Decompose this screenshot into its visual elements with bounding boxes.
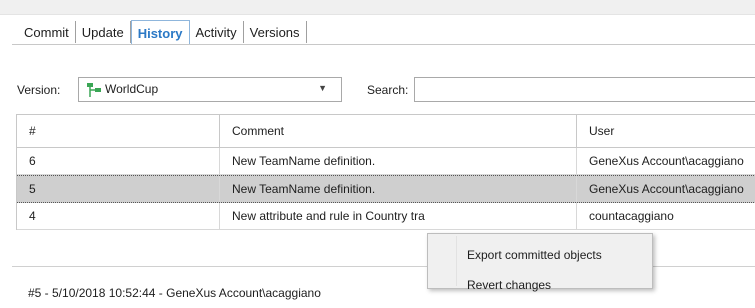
version-label: Version: [17,83,61,97]
context-menu-gutter [456,236,457,286]
tab-commit[interactable]: Commit [16,21,76,43]
column-header-user[interactable]: User [577,115,755,147]
row-number: 6 [17,148,220,174]
tab-versions[interactable]: Versions [244,21,307,43]
row-number: 4 [17,203,220,229]
tab-history[interactable]: History [130,20,190,45]
tab-update[interactable]: Update [76,21,131,43]
row-comment: New attribute and rule in Country tra [220,203,577,229]
history-panel: Commit Update History Activity Versions … [0,0,755,308]
search-input[interactable] [414,77,755,102]
menu-item-revert-changes[interactable]: Revert changes [467,278,551,292]
context-menu: Export committed objects Revert changes [427,233,653,292]
window-top-strip [0,0,755,15]
version-branch-icon [87,83,101,97]
menu-item-export-committed-objects[interactable]: Export committed objects [467,248,602,262]
history-table: # Comment User 6 New TeamName definition… [16,114,755,230]
column-header-comment[interactable]: Comment [220,115,577,147]
version-value: WorldCup [105,82,159,96]
table-header: # Comment User [17,115,755,148]
row-number: 5 [17,176,220,202]
row-comment: New TeamName definition. [220,148,577,174]
version-dropdown[interactable]: WorldCup ▼ [78,77,342,102]
tab-activity[interactable]: Activity [190,21,244,43]
row-comment: New TeamName definition. [220,176,577,202]
tab-bar: Commit Update History Activity Versions [16,20,307,45]
row-user: countacaggiano [589,209,674,223]
row-user: GeneXus Account\acaggiano [589,182,744,196]
table-row-selected[interactable]: 5 New TeamName definition. GeneXus Accou… [17,175,755,203]
commit-detail-text: #5 - 5/10/2018 10:52:44 - GeneXus Accoun… [28,286,321,300]
chevron-down-icon[interactable]: ▼ [318,83,327,93]
column-header-number[interactable]: # [17,115,220,147]
row-user: GeneXus Account\acaggiano [589,154,744,168]
table-row[interactable]: 6 New TeamName definition. GeneXus Accou… [17,148,755,175]
table-row[interactable]: 4 New attribute and rule in Country tra … [17,203,755,230]
search-label: Search: [367,83,409,97]
tab-bar-divider [12,44,755,45]
